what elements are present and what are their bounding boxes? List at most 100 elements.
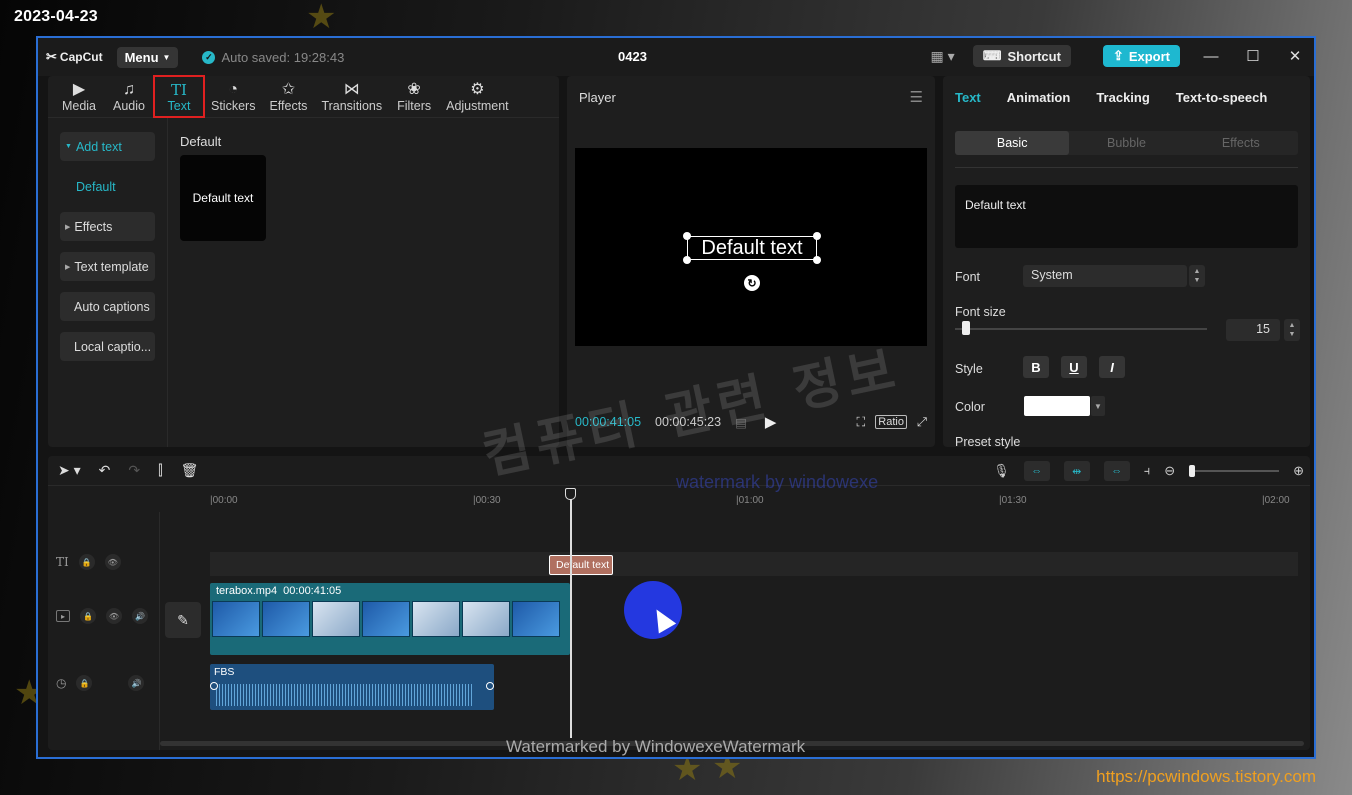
- select-tool-icon[interactable]: ➤ ▾: [58, 462, 81, 479]
- menu-icon[interactable]: ☰: [910, 88, 923, 106]
- tab-effects[interactable]: ✩ Effects: [262, 76, 314, 117]
- sidebar-item-effects[interactable]: ▶ Effects: [60, 212, 155, 241]
- zoom-slider[interactable]: [1189, 465, 1280, 477]
- audio-clip[interactable]: FBS: [210, 664, 494, 710]
- resize-handle[interactable]: [683, 256, 691, 264]
- adjustment-icon: ⚙: [470, 80, 485, 98]
- sidebar-item-add-text[interactable]: ▼ Add text: [60, 132, 155, 161]
- transitions-icon: ⋈: [343, 80, 360, 98]
- delete-icon[interactable]: 🗑: [181, 462, 199, 479]
- default-text-preset[interactable]: Default text: [180, 155, 266, 241]
- font-size-input[interactable]: 15: [1226, 319, 1280, 341]
- font-select[interactable]: System: [1023, 265, 1187, 287]
- tab-filters[interactable]: ❀ Filters: [389, 76, 439, 117]
- undo-icon[interactable]: ↶: [99, 462, 111, 479]
- redo-icon[interactable]: ↷: [128, 462, 140, 479]
- ratio-button[interactable]: Ratio: [875, 415, 907, 429]
- subtab-basic[interactable]: Basic: [955, 131, 1070, 155]
- tab-text-to-speech[interactable]: Text-to-speech: [1176, 90, 1268, 105]
- auto-snap-icon[interactable]: ⇹: [1063, 461, 1090, 481]
- text-content-input[interactable]: Default text: [955, 185, 1298, 248]
- subtab-effects[interactable]: Effects: [1184, 131, 1298, 155]
- split-icon[interactable]: ⫿: [158, 462, 162, 479]
- preview-axis-icon[interactable]: ⫞: [1144, 463, 1151, 479]
- fade-handle[interactable]: [210, 682, 218, 690]
- text-track-header: TI 🔒 👁: [56, 554, 121, 570]
- close-icon[interactable]: ✕: [1284, 47, 1306, 65]
- inspector-tabs: Text Animation Tracking Text-to-speech: [943, 76, 1310, 118]
- tab-adjustment[interactable]: ⚙ Adjustment: [439, 76, 516, 117]
- font-size-stepper[interactable]: ▲ ▼: [1284, 319, 1300, 341]
- zoom-out-icon[interactable]: ⊖: [1164, 463, 1175, 479]
- tab-tracking[interactable]: Tracking: [1096, 90, 1149, 105]
- slider-handle[interactable]: [1189, 465, 1196, 477]
- capcut-window: ✂ CapCut Menu ▼ ✓ Auto saved: 19:28:43 0…: [36, 36, 1316, 759]
- rotate-icon[interactable]: ↻: [744, 275, 760, 291]
- font-size-slider[interactable]: [955, 328, 1207, 330]
- minimize-icon[interactable]: —: [1200, 48, 1222, 65]
- tab-media[interactable]: ▶ Media: [54, 76, 104, 117]
- tab-text[interactable]: TI Text: [153, 75, 205, 118]
- layout-icon[interactable]: ▦ ▾: [931, 48, 955, 65]
- sidebar-item-default[interactable]: Default: [60, 172, 155, 201]
- video-clip[interactable]: terabox.mp4 00:00:41:05: [210, 583, 570, 655]
- tab-stickers[interactable]: ◔ Stickers: [204, 76, 262, 117]
- crop-icon[interactable]: ⛶: [857, 415, 866, 430]
- italic-button[interactable]: I: [1099, 356, 1125, 378]
- faint-watermark: watermark by windowexe: [676, 472, 879, 492]
- tab-text-props[interactable]: Text: [955, 90, 981, 105]
- player-header: Player ☰: [567, 76, 935, 118]
- autosave-text: Auto saved: 19:28:43: [221, 49, 345, 65]
- ruler-label: |01:30: [999, 495, 1027, 506]
- video-preview[interactable]: Default text ↻: [575, 148, 927, 346]
- microphone-icon[interactable]: 🎙: [993, 463, 1010, 479]
- subtab-bubble[interactable]: Bubble: [1069, 131, 1183, 155]
- chevron-down-icon[interactable]: ▼: [1091, 396, 1105, 416]
- font-stepper[interactable]: ▲ ▼: [1189, 265, 1205, 287]
- volume-icon[interactable]: 🔊: [128, 675, 145, 691]
- eye-icon[interactable]: 👁: [106, 608, 122, 624]
- shortcut-button[interactable]: ⌨ Shortcut: [972, 45, 1071, 67]
- video-track-icon: ▸: [56, 610, 70, 622]
- sidebar-item-local-captions[interactable]: Local captio...: [60, 332, 155, 361]
- volume-icon[interactable]: 🔊: [132, 608, 148, 624]
- resize-handle[interactable]: [683, 232, 691, 240]
- main-track-magnet-icon[interactable]: ⇔: [1023, 461, 1050, 481]
- tab-transitions[interactable]: ⋈ Transitions: [314, 76, 389, 117]
- lock-icon[interactable]: 🔒: [80, 608, 96, 624]
- color-swatch[interactable]: [1024, 396, 1090, 416]
- audio-waveform: [216, 684, 474, 706]
- zoom-in-icon[interactable]: ⊕: [1293, 463, 1304, 479]
- caret-down-icon: ▼: [65, 143, 72, 150]
- bold-button[interactable]: B: [1023, 356, 1049, 378]
- fade-handle[interactable]: [486, 682, 494, 690]
- lock-icon[interactable]: 🔒: [76, 675, 93, 691]
- sidebar-item-text-template[interactable]: ▶ Text template: [60, 252, 155, 281]
- edit-cover-button[interactable]: ✎: [165, 602, 201, 638]
- linkage-icon[interactable]: ⇔: [1103, 461, 1130, 481]
- fullscreen-icon[interactable]: ⤢: [917, 415, 927, 430]
- menu-button[interactable]: Menu ▼: [116, 46, 179, 68]
- playhead[interactable]: [570, 490, 572, 738]
- maximize-icon[interactable]: ☐: [1242, 47, 1264, 65]
- filters-icon: ❀: [407, 80, 421, 98]
- font-size-label: Font size: [955, 305, 1006, 319]
- playhead-handle[interactable]: [565, 488, 576, 500]
- clip-thumbnail: [412, 601, 460, 637]
- eye-icon[interactable]: 👁: [104, 554, 121, 570]
- text-overlay[interactable]: Default text: [687, 236, 817, 260]
- sidebar-item-label: Local captio...: [74, 339, 152, 354]
- text-clip[interactable]: Default text: [549, 555, 613, 575]
- export-button[interactable]: ⇪ Export: [1102, 45, 1180, 67]
- clip-thumbnail: [462, 601, 510, 637]
- slider-handle[interactable]: [962, 321, 970, 335]
- tab-audio[interactable]: ♫ Audio: [104, 76, 154, 117]
- export-label: Export: [1128, 48, 1170, 64]
- underline-button[interactable]: U: [1061, 356, 1087, 378]
- resize-handle[interactable]: [813, 256, 821, 264]
- lock-icon[interactable]: 🔒: [78, 554, 95, 570]
- divider: [955, 167, 1298, 168]
- tab-animation[interactable]: Animation: [1007, 90, 1071, 105]
- sidebar-item-auto-captions[interactable]: Auto captions: [60, 292, 155, 321]
- resize-handle[interactable]: [813, 232, 821, 240]
